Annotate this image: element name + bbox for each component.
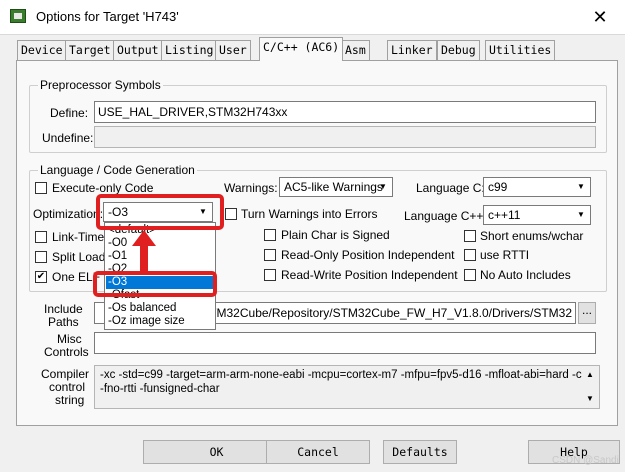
language-c-select[interactable]: c99 ▼: [483, 177, 591, 197]
tab-user[interactable]: User: [215, 40, 251, 60]
language-cpp-select[interactable]: c++11 ▼: [483, 205, 591, 225]
dropdown-option[interactable]: -Oz image size: [106, 315, 216, 328]
include-label-line1: Include: [44, 302, 83, 316]
compiler-label-line2: control: [49, 380, 86, 394]
misc-label-line1: Misc: [57, 332, 82, 346]
highlight-box-optimization: [96, 194, 224, 230]
include-browse-button[interactable]: ...: [578, 302, 596, 324]
watermark: CSDN @Sandi: [552, 455, 619, 466]
one-elf-checkbox[interactable]: ✔: [35, 271, 47, 283]
rw-pos-checkbox[interactable]: [264, 269, 276, 281]
cancel-button[interactable]: Cancel: [266, 440, 370, 464]
compiler-label-line3: string: [55, 393, 85, 407]
misc-label-line2: Controls: [44, 345, 89, 359]
turn-warnings-label: Turn Warnings into Errors: [241, 207, 378, 221]
execute-only-label: Execute-only Code: [52, 181, 154, 195]
use-rtti-checkbox[interactable]: [464, 249, 476, 261]
use-rtti-label: use RTTI: [480, 248, 530, 262]
scroll-down-icon[interactable]: ▼: [582, 391, 598, 407]
plain-char-label: Plain Char is Signed: [281, 228, 390, 242]
tab-asm[interactable]: Asm: [341, 40, 370, 60]
define-input[interactable]: USE_HAL_DRIVER,STM32H743xx: [94, 101, 596, 123]
ro-pos-checkbox[interactable]: [264, 249, 276, 261]
chevron-down-icon[interactable]: ▼: [574, 180, 588, 194]
compiler-control-textarea[interactable]: -xc -std=c99 -target=arm-arm-none-eabi -…: [94, 365, 600, 409]
compiler-string-line2: -fno-rtti -funsigned-char: [100, 383, 220, 395]
include-label-line2: Paths: [48, 315, 79, 329]
undefine-input[interactable]: [94, 126, 596, 148]
warnings-value: AC5-like Warnings: [284, 180, 383, 194]
undefine-label: Undefine:: [42, 131, 94, 145]
language-c-label: Language C:: [416, 181, 485, 195]
define-label: Define:: [50, 106, 89, 120]
language-cpp-label: Language C++:: [404, 209, 487, 223]
defaults-button[interactable]: Defaults: [383, 440, 457, 464]
close-icon[interactable]: ✕: [583, 4, 617, 30]
window-title: Options for Target 'H743': [36, 9, 179, 24]
tab-device[interactable]: Device: [17, 40, 67, 60]
language-c-value: c99: [488, 180, 508, 194]
tab-listing[interactable]: Listing: [161, 40, 218, 60]
short-enums-checkbox[interactable]: [464, 230, 476, 242]
short-enums-label: Short enums/wchar: [480, 229, 584, 243]
dropdown-option[interactable]: -O1: [106, 250, 216, 263]
warnings-select[interactable]: AC5-like Warnings ▼: [279, 177, 393, 197]
tab-debug[interactable]: Debug: [437, 40, 480, 60]
dropdown-option[interactable]: -Os balanced: [106, 302, 216, 315]
tab-output[interactable]: Output: [113, 40, 163, 60]
language-cpp-value: c++11: [488, 208, 521, 222]
dropdown-option[interactable]: -O0: [106, 237, 216, 250]
tab-utilities[interactable]: Utilities: [485, 40, 556, 60]
turn-warnings-checkbox[interactable]: [225, 208, 237, 220]
ro-pos-label: Read-Only Position Independent: [281, 248, 455, 262]
compiler-label-line1: Compiler: [41, 367, 90, 381]
warnings-label: Warnings:: [224, 181, 278, 195]
language-group-label: Language / Code Generation: [38, 163, 197, 177]
no-auto-includes-label: No Auto Includes: [480, 268, 571, 282]
scroll-up-icon[interactable]: ▲: [582, 367, 598, 383]
keil-app-icon: [10, 9, 26, 23]
tab-c-cpp-ac6[interactable]: C/C++ (AC6): [259, 37, 344, 61]
highlight-box-o3-option: [93, 271, 217, 297]
no-auto-includes-checkbox[interactable]: [464, 269, 476, 281]
plain-char-checkbox[interactable]: [264, 229, 276, 241]
split-load-checkbox[interactable]: [35, 251, 47, 263]
link-time-label: Link-Time: [52, 230, 105, 244]
preprocessor-group-label: Preprocessor Symbols: [38, 78, 163, 92]
compiler-string-line1: -xc -std=c99 -target=arm-arm-none-eabi -…: [100, 369, 582, 381]
tab-linker[interactable]: Linker: [387, 40, 437, 60]
chevron-down-icon[interactable]: ▼: [574, 208, 588, 222]
optimization-label: Optimization:: [33, 207, 104, 221]
chevron-down-icon[interactable]: ▼: [376, 180, 390, 194]
tab-target[interactable]: Target: [65, 40, 115, 60]
rw-pos-label: Read-Write Position Independent: [281, 268, 458, 282]
red-arrow-icon: [132, 230, 156, 274]
split-load-label: Split Load: [52, 250, 106, 264]
execute-only-checkbox[interactable]: [35, 182, 47, 194]
misc-controls-input[interactable]: [94, 332, 596, 354]
link-time-checkbox[interactable]: [35, 231, 47, 243]
